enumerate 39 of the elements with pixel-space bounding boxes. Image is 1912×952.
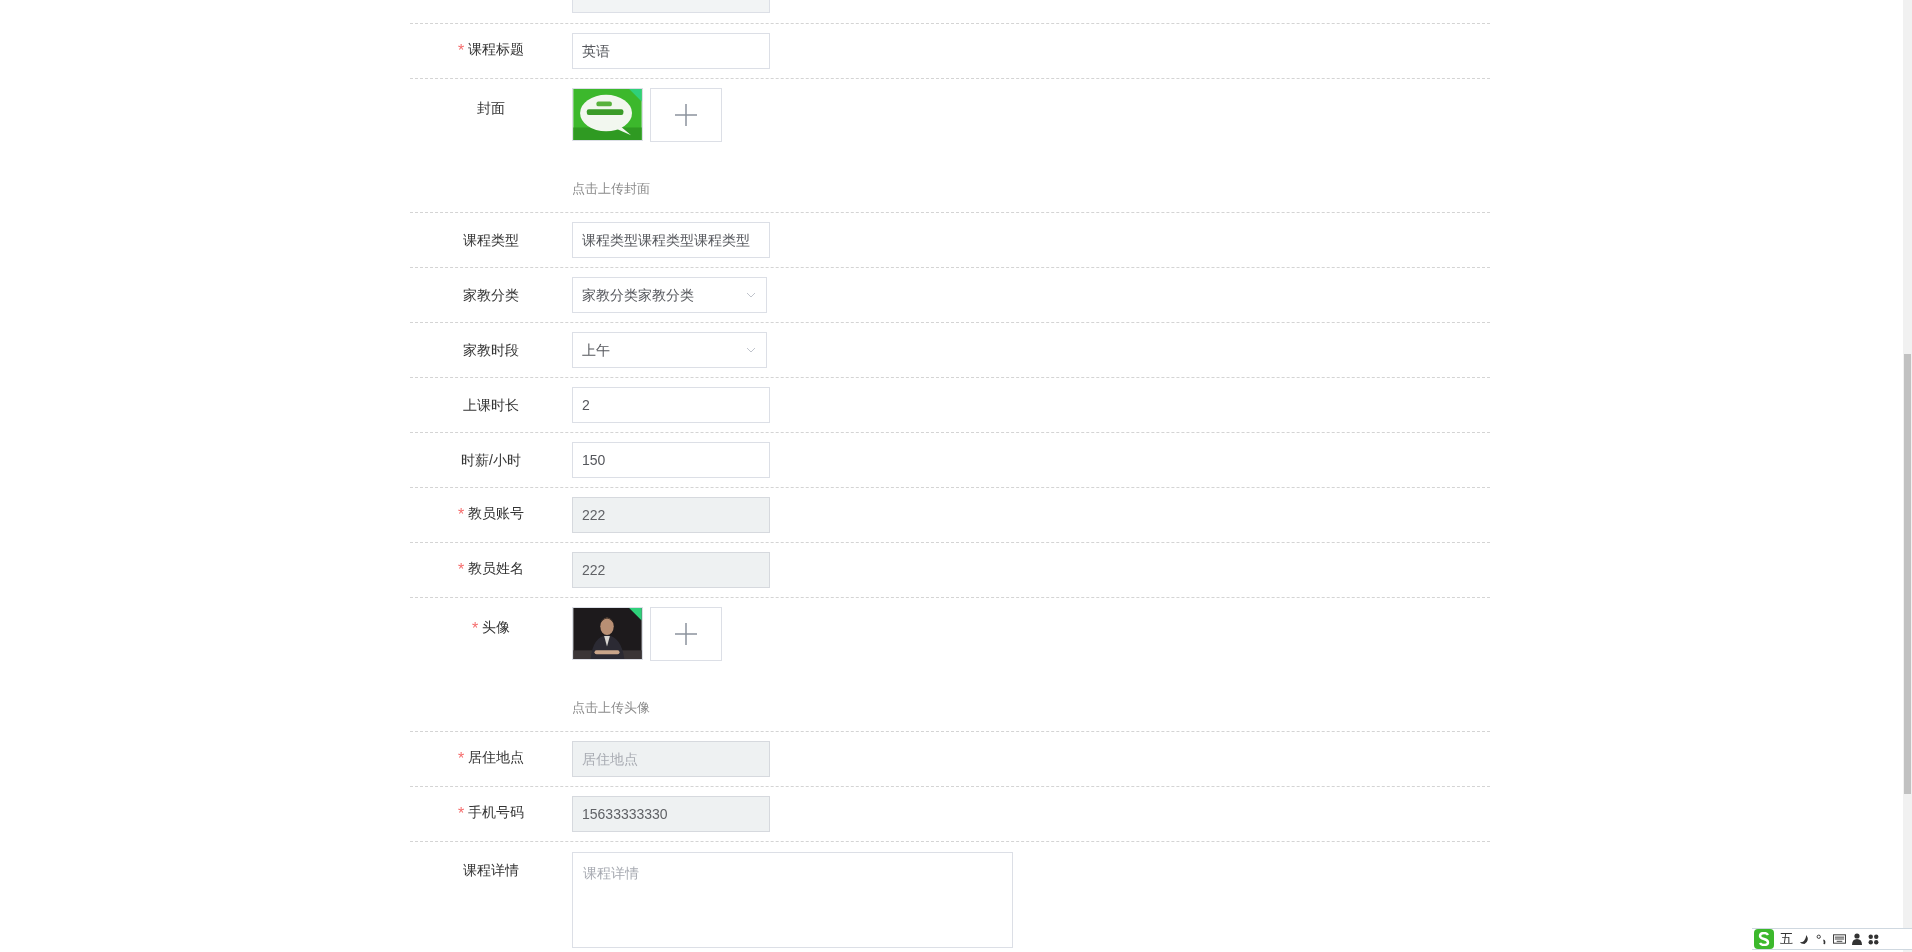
- input-field[interactable]: 2: [572, 387, 770, 423]
- required-asterisk: *: [457, 560, 465, 580]
- field-label: 家教时段: [463, 340, 519, 360]
- moon-icon[interactable]: [1799, 933, 1810, 945]
- plus-icon: [675, 623, 697, 645]
- required-asterisk: *: [457, 749, 465, 769]
- keyboard-icon[interactable]: [1833, 934, 1846, 944]
- field-label: 时薪/小时: [461, 450, 521, 470]
- required-asterisk: *: [457, 41, 465, 61]
- input-mode-text[interactable]: 五: [1780, 929, 1793, 949]
- field-label: 课程标题: [468, 40, 525, 59]
- input-field[interactable]: 英语: [572, 33, 770, 69]
- upload-hint: 点击上传封面: [572, 180, 651, 198]
- field-label: 头像: [482, 618, 511, 637]
- field-label: 课程类型: [463, 230, 519, 250]
- upload-hint: 点击上传头像: [572, 699, 651, 717]
- field-label: 封面: [477, 99, 505, 118]
- required-asterisk: *: [457, 505, 465, 525]
- field-label: 教员姓名: [468, 559, 525, 578]
- input-field[interactable]: 150: [572, 442, 770, 478]
- field-label: 居住地点: [468, 748, 525, 767]
- punctuation-icon[interactable]: [1816, 933, 1827, 945]
- scrollbar[interactable]: [1903, 0, 1912, 952]
- field-label: 家教分类: [463, 285, 519, 305]
- select-field[interactable]: 家教分类家教分类: [572, 277, 767, 313]
- required-asterisk: *: [457, 804, 465, 824]
- user-icon[interactable]: [1852, 933, 1862, 945]
- chevron-down-icon: [746, 292, 756, 298]
- required-asterisk: *: [471, 619, 479, 639]
- chevron-down-icon: [746, 347, 756, 353]
- input-field[interactable]: 课程类型课程类型课程类型: [572, 222, 770, 258]
- field-label: 手机号码: [468, 803, 525, 822]
- field-label: 上课时长: [463, 395, 519, 415]
- select-field[interactable]: 上午: [572, 332, 767, 368]
- grid-icon[interactable]: [1868, 933, 1879, 945]
- field-label: 教员账号: [468, 504, 525, 523]
- field-label: 课程详情: [463, 861, 519, 880]
- plus-icon: [675, 104, 697, 126]
- textarea-field[interactable]: 课程详情: [572, 852, 1013, 948]
